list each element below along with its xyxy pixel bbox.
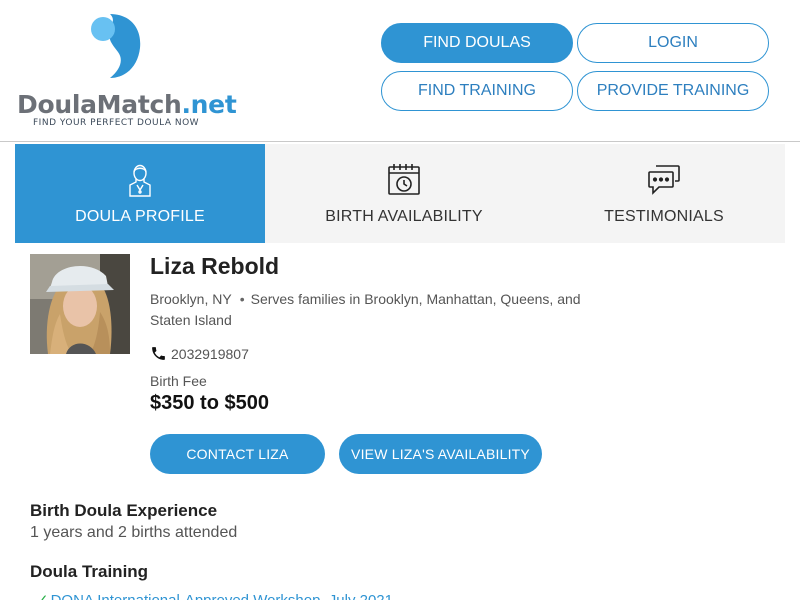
check-icon: ✓ (36, 592, 49, 600)
phone-row: 2032919807 (150, 345, 249, 362)
experience-text: 1 years and 2 births attended (30, 524, 238, 541)
login-button[interactable]: LOGIN (577, 23, 769, 63)
profile-photo (30, 254, 130, 354)
logo-tagline: FIND YOUR PERFECT DOULA NOW (33, 118, 200, 128)
fee-value: $350 to $500 (150, 392, 269, 414)
chat-bubbles-icon (647, 162, 681, 198)
training-heading: Doula Training (30, 562, 149, 581)
tab-label: DOULA PROFILE (75, 208, 205, 225)
training-item: ✓DONA International-Approved Workshop, J… (36, 591, 393, 600)
training-item-text[interactable]: DONA International-Approved Workshop, Ju… (51, 592, 393, 600)
site-logo[interactable]: DoulaMatch.net FIND YOUR PERFECT DOULA N… (17, 12, 237, 132)
find-doulas-button[interactable]: FIND DOULAS (381, 23, 573, 63)
tab-label: TESTIMONIALS (604, 208, 724, 225)
tab-doula-profile[interactable]: DOULA PROFILE (15, 144, 265, 243)
experience-heading: Birth Doula Experience (30, 501, 218, 520)
find-training-button[interactable]: FIND TRAINING (381, 71, 573, 111)
profile-tabs: DOULA PROFILE BIRTH AVAILABILITY TESTIMO… (15, 144, 785, 243)
phone-icon (152, 347, 165, 360)
site-header: DoulaMatch.net FIND YOUR PERFECT DOULA N… (0, 0, 800, 142)
provide-training-button[interactable]: PROVIDE TRAINING (577, 71, 769, 111)
phone-number[interactable]: 2032919807 (171, 346, 249, 362)
tab-testimonials[interactable]: TESTIMONIALS (543, 144, 785, 243)
separator-dot: • (239, 291, 245, 307)
tab-label: BIRTH AVAILABILITY (325, 208, 483, 225)
city: Brooklyn, NY (150, 291, 232, 307)
tab-birth-availability[interactable]: BIRTH AVAILABILITY (265, 144, 543, 243)
view-availability-button[interactable]: VIEW LIZA'S AVAILABILITY (339, 434, 542, 474)
contact-button[interactable]: CONTACT LIZA (150, 434, 325, 474)
doula-name: Liza Rebold (150, 253, 280, 279)
logo-wordmark: DoulaMatch.net (17, 90, 237, 119)
doula-person-icon (123, 162, 157, 198)
location-info: Brooklyn, NY • Serves families in Brooklyn… (150, 289, 620, 331)
logo-mark-icon (91, 14, 141, 78)
calendar-clock-icon (387, 162, 421, 198)
fee-label: Birth Fee (150, 373, 207, 389)
